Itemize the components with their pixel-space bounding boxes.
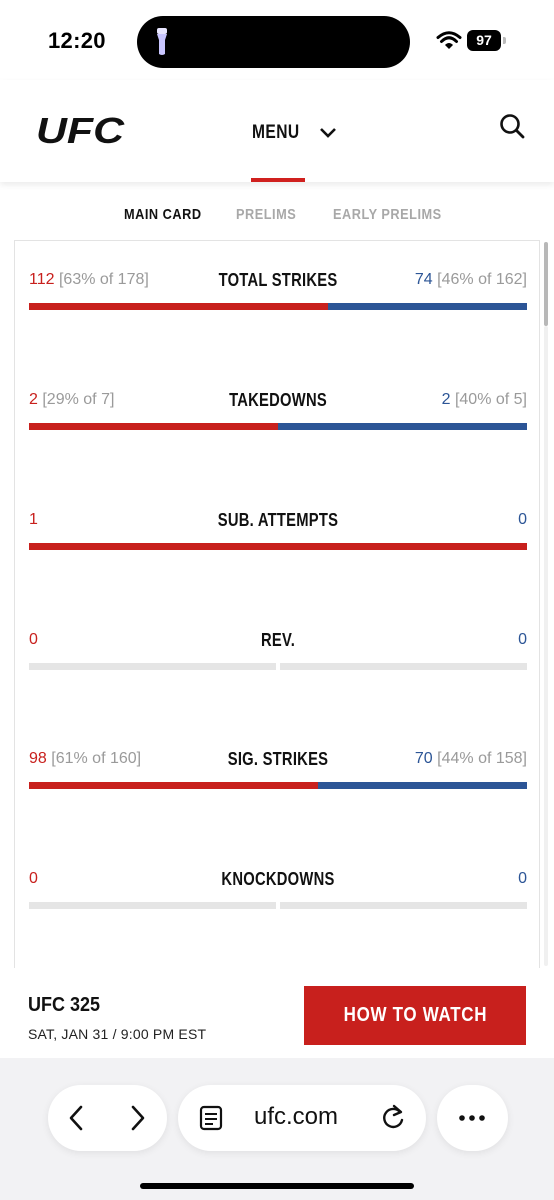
- blue-value: 0: [518, 511, 527, 528]
- event-date: SAT, JAN 31 / 9:00 PM EST: [28, 1026, 207, 1042]
- stat-bar: [29, 543, 527, 550]
- blue-value: 0: [518, 870, 527, 887]
- status-bar: 12:20 97: [0, 0, 554, 80]
- home-indicator: [140, 1183, 414, 1189]
- bar-empty-segment: [280, 902, 527, 909]
- tab-prelims[interactable]: PRELIMS: [236, 206, 296, 223]
- blue-value: 0: [518, 631, 527, 648]
- bar-empty-segment: [280, 663, 527, 670]
- stat-title: SIG. STRIKES: [227, 749, 329, 769]
- stat-title: TOTAL STRIKES: [218, 270, 338, 290]
- menu-active-indicator: [251, 178, 305, 182]
- bar-empty: [29, 902, 527, 909]
- stat-bar: [29, 303, 527, 310]
- bar-blue-fill: [327, 303, 527, 310]
- stat-title: KNOCKDOWNS: [221, 869, 335, 889]
- bar-red-fill: [29, 303, 328, 310]
- scrollbar-track[interactable]: [544, 326, 548, 966]
- stat-row-knockdowns: 0 KNOCKDOWNS 0: [29, 869, 527, 930]
- back-icon[interactable]: [62, 1103, 92, 1133]
- red-detail: [63% of 178]: [58, 271, 149, 288]
- forward-icon[interactable]: [122, 1103, 152, 1133]
- battery-nub: [503, 37, 506, 44]
- tab-main-card[interactable]: MAIN CARD: [124, 206, 202, 223]
- battery-indicator: 97: [467, 30, 501, 51]
- reload-icon[interactable]: [378, 1103, 408, 1133]
- event-name: UFC 325: [28, 994, 101, 1016]
- chevron-down-icon: [320, 128, 336, 138]
- address-bar[interactable]: ufc.com: [178, 1085, 426, 1151]
- bar-blue-fill: [278, 423, 527, 430]
- blue-value: 2: [441, 391, 451, 408]
- red-value: 0: [29, 870, 38, 887]
- stat-row-total-strikes: 112 [63% of 178] TOTAL STRIKES 74 [46% o…: [29, 270, 527, 331]
- red-value: 1: [29, 511, 38, 528]
- how-to-watch-button[interactable]: HOW TO WATCH: [304, 986, 526, 1045]
- event-bar: UFC 325 SAT, JAN 31 / 9:00 PM EST HOW TO…: [0, 968, 554, 1058]
- stat-row-sub-attempts: 1 SUB. ATTEMPTS 0: [29, 510, 527, 571]
- bar-red-fill: [29, 423, 278, 430]
- stat-row-reversals: 0 REV. 0: [29, 630, 527, 691]
- scrollbar-thumb[interactable]: [544, 242, 548, 326]
- reader-icon[interactable]: [196, 1103, 226, 1133]
- flashlight-icon: [157, 28, 167, 55]
- stat-title: SUB. ATTEMPTS: [217, 510, 339, 530]
- bar-blue-fill: [317, 782, 527, 789]
- ufc-logo[interactable]: UFC: [36, 113, 126, 149]
- more-icon[interactable]: [457, 1103, 487, 1133]
- bar-empty-segment: [29, 663, 276, 670]
- blue-detail: [44% of 158]: [437, 750, 527, 767]
- blue-value: 70: [414, 750, 433, 767]
- wifi-icon: [436, 31, 462, 49]
- fight-stats-card: 112 [63% of 178] TOTAL STRIKES 74 [46% o…: [14, 240, 540, 970]
- menu-label: MENU: [252, 122, 300, 143]
- url-text: ufc.com: [254, 1103, 339, 1130]
- nav-pill: [48, 1085, 167, 1151]
- stat-title: TAKEDOWNS: [229, 390, 327, 410]
- red-value: 2: [29, 391, 38, 408]
- stat-bar: [29, 663, 527, 670]
- blue-detail: [40% of 5]: [454, 391, 527, 408]
- bar-red-fill: [29, 543, 527, 550]
- more-pill[interactable]: [437, 1085, 508, 1151]
- svg-text:UFC: UFC: [36, 113, 125, 149]
- red-detail: [29% of 7]: [42, 391, 115, 408]
- blue-detail: [46% of 162]: [437, 271, 527, 288]
- stat-title: REV.: [260, 630, 296, 650]
- stat-bar: [29, 902, 527, 909]
- bar-red-fill: [29, 782, 318, 789]
- dynamic-island: [137, 16, 410, 68]
- red-value: 98: [29, 750, 47, 767]
- bar-empty: [29, 663, 527, 670]
- red-value: 0: [29, 631, 38, 648]
- card-tabs: MAIN CARD PRELIMS EARLY PRELIMS: [0, 192, 554, 236]
- red-detail: [61% of 160]: [51, 750, 142, 767]
- browser-toolbar: ufc.com: [0, 1058, 554, 1200]
- stat-bar: [29, 423, 527, 430]
- tab-early-prelims[interactable]: EARLY PRELIMS: [333, 206, 442, 223]
- search-icon[interactable]: [498, 112, 526, 140]
- site-header: UFC MENU: [0, 80, 554, 182]
- blue-value: 74: [414, 271, 433, 288]
- bar-empty-segment: [29, 902, 276, 909]
- red-value: 112: [29, 271, 55, 288]
- status-time: 12:20: [48, 28, 106, 53]
- menu-button[interactable]: MENU: [252, 118, 336, 148]
- stat-row-takedowns: 2 [29% of 7] TAKEDOWNS 2 [40% of 5]: [29, 390, 527, 451]
- stat-row-sig-strikes: 98 [61% of 160] SIG. STRIKES 70 [44% of …: [29, 749, 527, 810]
- how-to-watch-label: HOW TO WATCH: [343, 1004, 487, 1026]
- stat-bar: [29, 782, 527, 789]
